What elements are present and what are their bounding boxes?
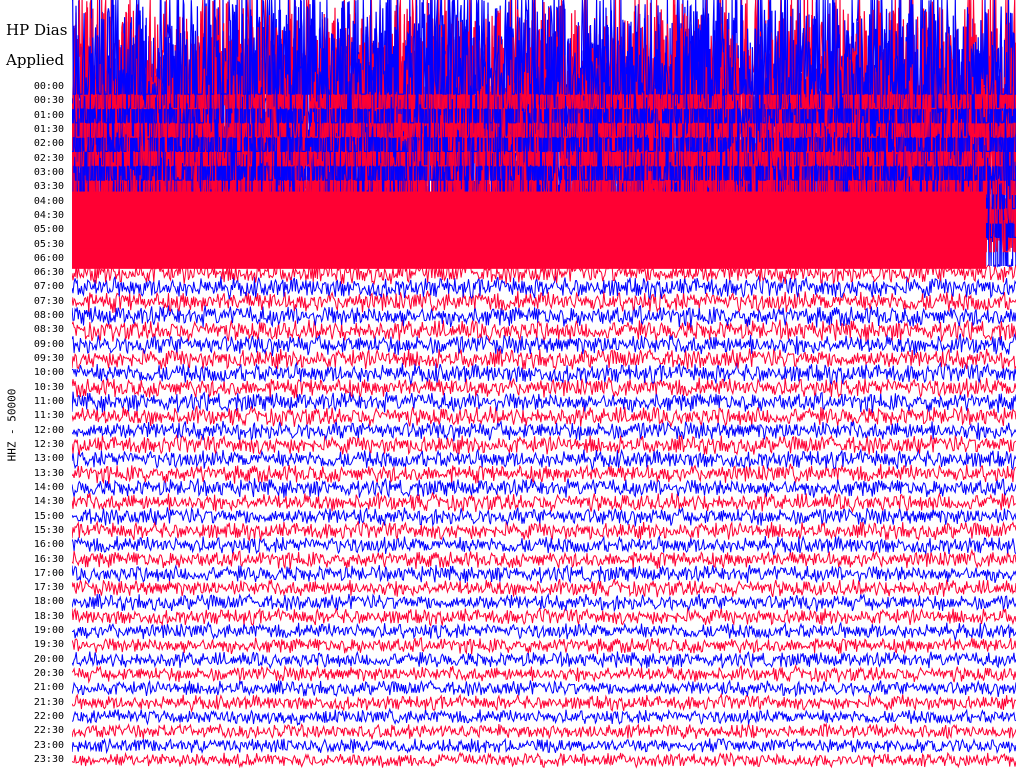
saturated-band-0600 bbox=[72, 248, 986, 269]
plot-area bbox=[72, 0, 1016, 780]
time-tick-label: 23:30 bbox=[33, 754, 64, 765]
trace-row-2100 bbox=[72, 679, 1016, 698]
time-tick-label: 15:00 bbox=[33, 510, 64, 522]
trace-row-1600 bbox=[72, 534, 1016, 556]
trace-row-0730 bbox=[72, 290, 1016, 314]
time-tick-label: 04:30 bbox=[33, 209, 64, 221]
time-tick-label: 16:30 bbox=[33, 553, 64, 565]
time-tick-label: 15:30 bbox=[33, 524, 64, 536]
trace-row-1430 bbox=[72, 491, 1016, 514]
trace-row-2200 bbox=[72, 707, 1016, 727]
time-tick-label: 09:30 bbox=[33, 353, 64, 365]
trace-row-1700 bbox=[72, 564, 1016, 585]
time-tick-label: 05:00 bbox=[33, 224, 64, 236]
time-tick-label: 03:30 bbox=[33, 181, 64, 193]
trace-row-2230 bbox=[72, 722, 1016, 740]
time-tick-label: 06:30 bbox=[33, 267, 64, 279]
time-tick-label: 02:30 bbox=[33, 152, 64, 164]
time-tick-label: 23:00 bbox=[33, 739, 64, 751]
time-tick-label: 17:30 bbox=[33, 582, 64, 594]
time-tick-label: 21:00 bbox=[33, 682, 64, 694]
time-tick-label: 13:30 bbox=[33, 467, 64, 479]
y-axis-label: HHZ - 50000 bbox=[5, 388, 19, 462]
time-tick-label: 08:30 bbox=[33, 324, 64, 336]
trace-row-2030 bbox=[72, 663, 1016, 684]
time-tick-label: 19:30 bbox=[33, 639, 64, 651]
trace-row-1930 bbox=[72, 636, 1016, 655]
time-tick-label: 17:00 bbox=[33, 567, 64, 579]
trace-row-0830 bbox=[72, 319, 1016, 343]
trace-row-2300 bbox=[72, 737, 1016, 755]
trace-row-1130 bbox=[72, 405, 1016, 428]
header-filter: Applied bbox=[6, 51, 65, 69]
trace-row-0900 bbox=[72, 333, 1016, 357]
trace-row-1630 bbox=[72, 548, 1016, 570]
time-tick-label: 08:00 bbox=[33, 310, 64, 322]
time-tick-label: 18:00 bbox=[33, 596, 64, 608]
time-tick-label: 16:00 bbox=[33, 539, 64, 551]
trace-row-1230 bbox=[72, 434, 1016, 456]
time-tick-label: 07:00 bbox=[33, 281, 64, 293]
time-tick-label: 14:30 bbox=[33, 496, 64, 508]
trace-row-2130 bbox=[72, 692, 1016, 713]
helicorder-chart bbox=[72, 0, 1016, 769]
time-tick-label: 01:30 bbox=[33, 123, 64, 135]
time-tick-label: 21:30 bbox=[33, 696, 64, 708]
trace-row-2000 bbox=[72, 650, 1016, 670]
time-tick-label: 20:00 bbox=[33, 653, 64, 665]
trace-row-1400 bbox=[72, 477, 1016, 499]
trace-row-1330 bbox=[72, 463, 1016, 485]
helicorder-view: HP Dias Applied 00:00 00:30 01:00 01:30 02:0… bbox=[0, 0, 1024, 780]
trace-row-1530 bbox=[72, 520, 1016, 542]
time-tick-label: 07:30 bbox=[33, 295, 64, 307]
time-tick-label: 22:30 bbox=[33, 725, 64, 737]
time-tick-label: 00:30 bbox=[33, 95, 64, 107]
time-tick-label: 18:30 bbox=[33, 610, 64, 622]
time-tick-label: 02:00 bbox=[33, 138, 64, 150]
trace-row-1800 bbox=[72, 592, 1016, 613]
time-tick-label: 14:00 bbox=[33, 481, 64, 493]
trace-row-1730 bbox=[72, 578, 1016, 598]
time-tick-label: 10:00 bbox=[33, 367, 64, 379]
trace-row-0930 bbox=[72, 347, 1016, 371]
time-tick-label: 22:00 bbox=[33, 711, 64, 723]
trace-row-1900 bbox=[72, 620, 1016, 642]
trace-row-2330 bbox=[72, 751, 1016, 769]
header-station: HP Dias bbox=[6, 21, 68, 39]
time-tick-label: 01:00 bbox=[33, 109, 64, 121]
time-tick-label: 06:00 bbox=[33, 252, 64, 264]
time-tick-label: 03:00 bbox=[33, 166, 64, 178]
time-tick-label: 19:00 bbox=[33, 625, 64, 637]
time-tick-label: 09:00 bbox=[33, 338, 64, 350]
trace-row-1300 bbox=[72, 447, 1016, 471]
time-tick-label: 05:30 bbox=[33, 238, 64, 250]
time-tick-label: 20:30 bbox=[33, 668, 64, 680]
trace-row-1830 bbox=[72, 607, 1016, 627]
time-tick-label: 04:00 bbox=[33, 195, 64, 207]
time-tick-label: 00:00 bbox=[33, 81, 64, 92]
